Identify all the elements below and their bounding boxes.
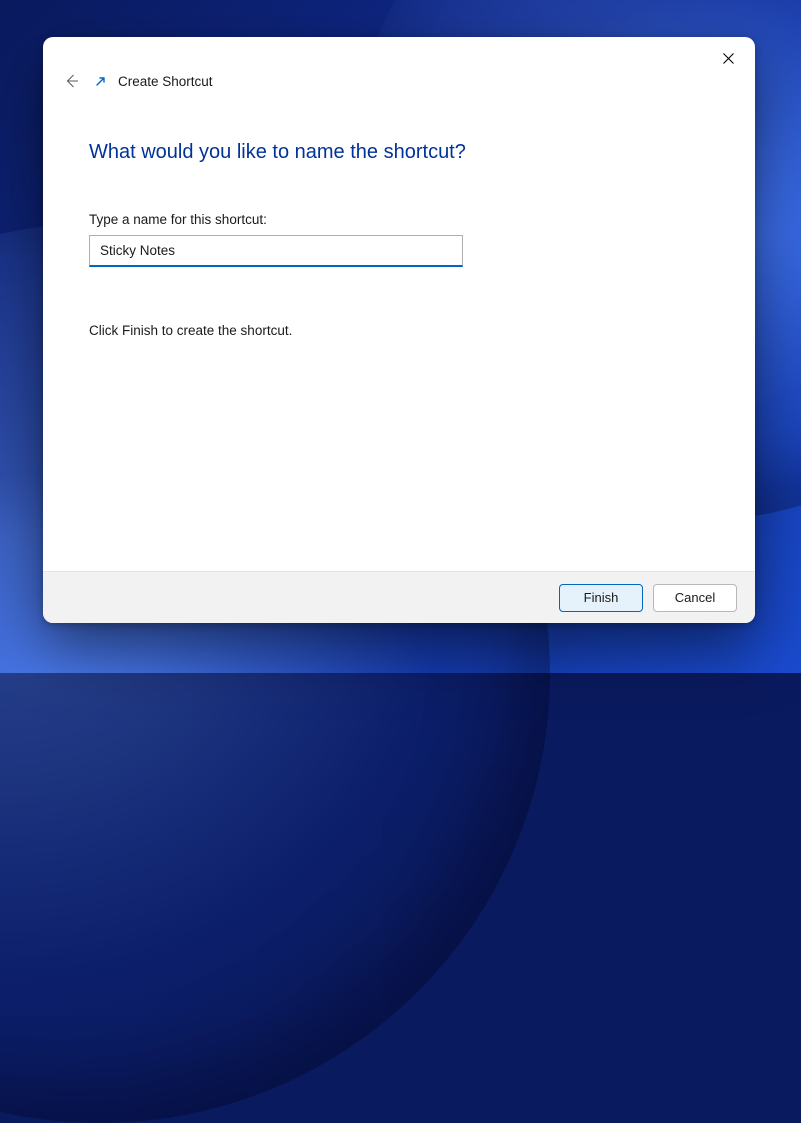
name-field-label: Type a name for this shortcut: xyxy=(89,212,709,227)
dialog-content: What would you like to name the shortcut… xyxy=(43,83,755,571)
titlebar: Create Shortcut xyxy=(43,37,755,83)
finish-button[interactable]: Finish xyxy=(559,584,643,612)
page-heading: What would you like to name the shortcut… xyxy=(89,141,709,164)
shortcut-icon xyxy=(94,74,108,88)
shortcut-name-input[interactable] xyxy=(89,235,463,267)
title-wrap: Create Shortcut xyxy=(94,74,213,89)
cancel-button[interactable]: Cancel xyxy=(653,584,737,612)
wizard-title: Create Shortcut xyxy=(118,74,213,89)
button-bar: Finish Cancel xyxy=(43,571,755,623)
arrow-left-icon xyxy=(63,73,79,89)
hint-text: Click Finish to create the shortcut. xyxy=(89,323,709,338)
back-button[interactable] xyxy=(59,69,83,93)
create-shortcut-dialog: Create Shortcut What would you like to n… xyxy=(43,37,755,623)
close-button[interactable] xyxy=(707,43,749,73)
close-icon xyxy=(723,53,734,64)
